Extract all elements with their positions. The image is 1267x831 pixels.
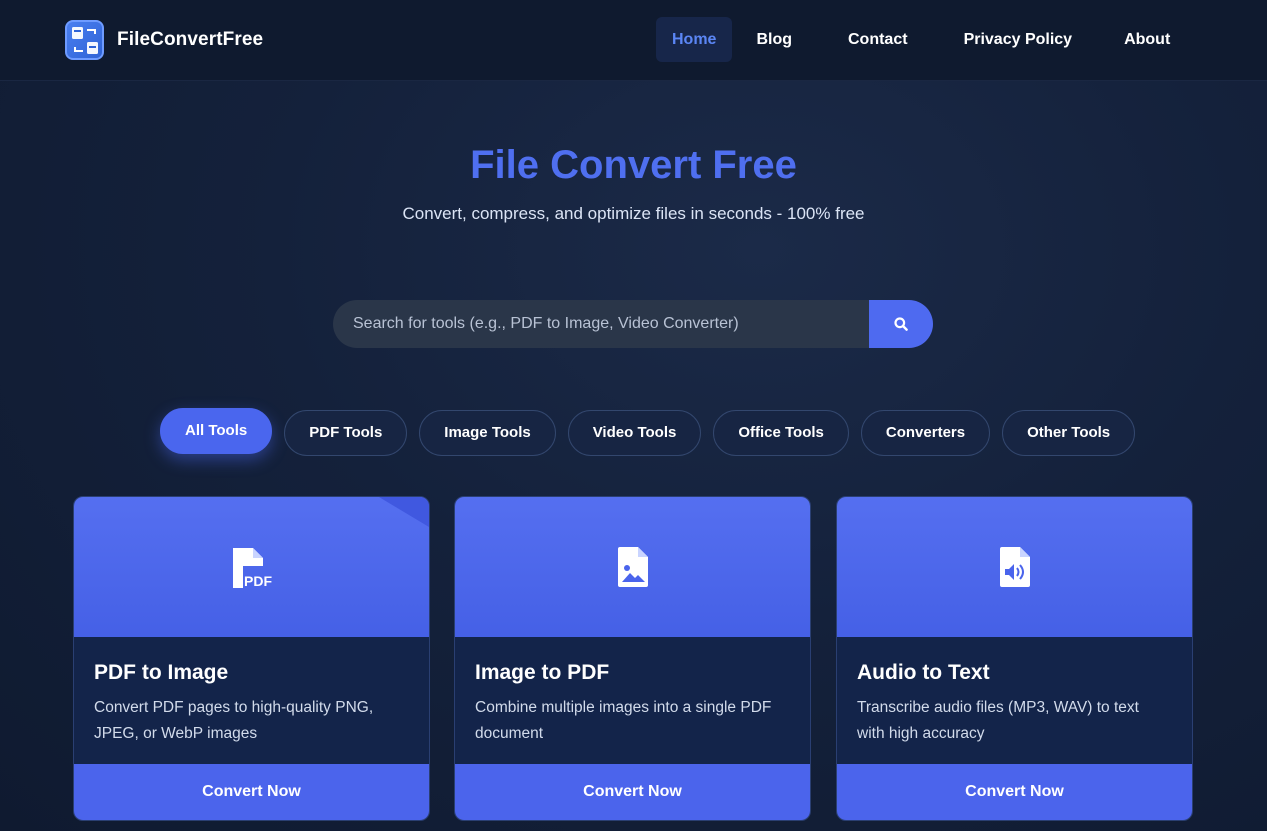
brand[interactable]: FileConvertFree (65, 20, 263, 60)
filter-converters[interactable]: Converters (860, 410, 991, 456)
nav-blog[interactable]: Blog (740, 17, 808, 62)
nav-about[interactable]: About (1108, 17, 1186, 62)
convert-now-button[interactable]: Convert Now (74, 764, 429, 820)
card-title: Image to PDF (475, 661, 610, 684)
filter-pdf-tools[interactable]: PDF Tools (284, 410, 408, 456)
brand-name: FileConvertFree (117, 29, 264, 50)
search-icon (894, 317, 908, 331)
pdf-file-icon: PDF (232, 548, 272, 589)
nav-privacy-policy[interactable]: Privacy Policy (948, 17, 1089, 62)
nav-contact[interactable]: Contact (832, 17, 924, 62)
filter-image-tools[interactable]: Image Tools (419, 410, 556, 456)
filter-other-tools[interactable]: Other Tools (1002, 410, 1136, 456)
card-title: PDF to Image (94, 661, 229, 684)
card-description: Transcribe audio files (MP3, WAV) to tex… (857, 699, 1139, 742)
card-header: PDF (74, 497, 429, 637)
search-input[interactable] (333, 300, 869, 348)
tool-card-image-to-pdf[interactable]: Image to PDF Combine multiple images int… (454, 496, 811, 821)
search-button[interactable] (869, 300, 933, 348)
card-header (455, 497, 810, 637)
file-convert-logo-icon (65, 20, 104, 60)
svg-text:PDF: PDF (244, 573, 272, 589)
site-header: FileConvertFree Home Blog Contact Privac… (0, 0, 1267, 81)
tool-card-audio-to-text[interactable]: Audio to Text Transcribe audio files (MP… (836, 496, 1193, 821)
convert-now-button[interactable]: Convert Now (455, 764, 810, 820)
hero-subtitle: Convert, compress, and optimize files in… (402, 204, 865, 223)
audio-file-icon (999, 547, 1030, 587)
search-bar (333, 300, 933, 348)
category-filters: All Tools PDF Tools Image Tools Video To… (160, 408, 1147, 456)
card-title: Audio to Text (857, 661, 990, 684)
hero-title: File Convert Free (470, 143, 797, 187)
filter-video-tools[interactable]: Video Tools (567, 410, 702, 456)
filter-all-tools[interactable]: All Tools (160, 408, 273, 454)
card-header (837, 497, 1192, 637)
filter-office-tools[interactable]: Office Tools (713, 410, 849, 456)
nav-home[interactable]: Home (656, 17, 733, 62)
image-file-icon (617, 547, 648, 587)
convert-now-button[interactable]: Convert Now (837, 764, 1192, 820)
tool-card-pdf-to-image[interactable]: PDF PDF to Image Convert PDF pages to hi… (73, 496, 430, 821)
card-description: Convert PDF pages to high-quality PNG, J… (94, 699, 374, 742)
main-nav: Home Blog Contact Privacy Policy About (656, 17, 1194, 62)
card-description: Combine multiple images into a single PD… (475, 699, 772, 742)
